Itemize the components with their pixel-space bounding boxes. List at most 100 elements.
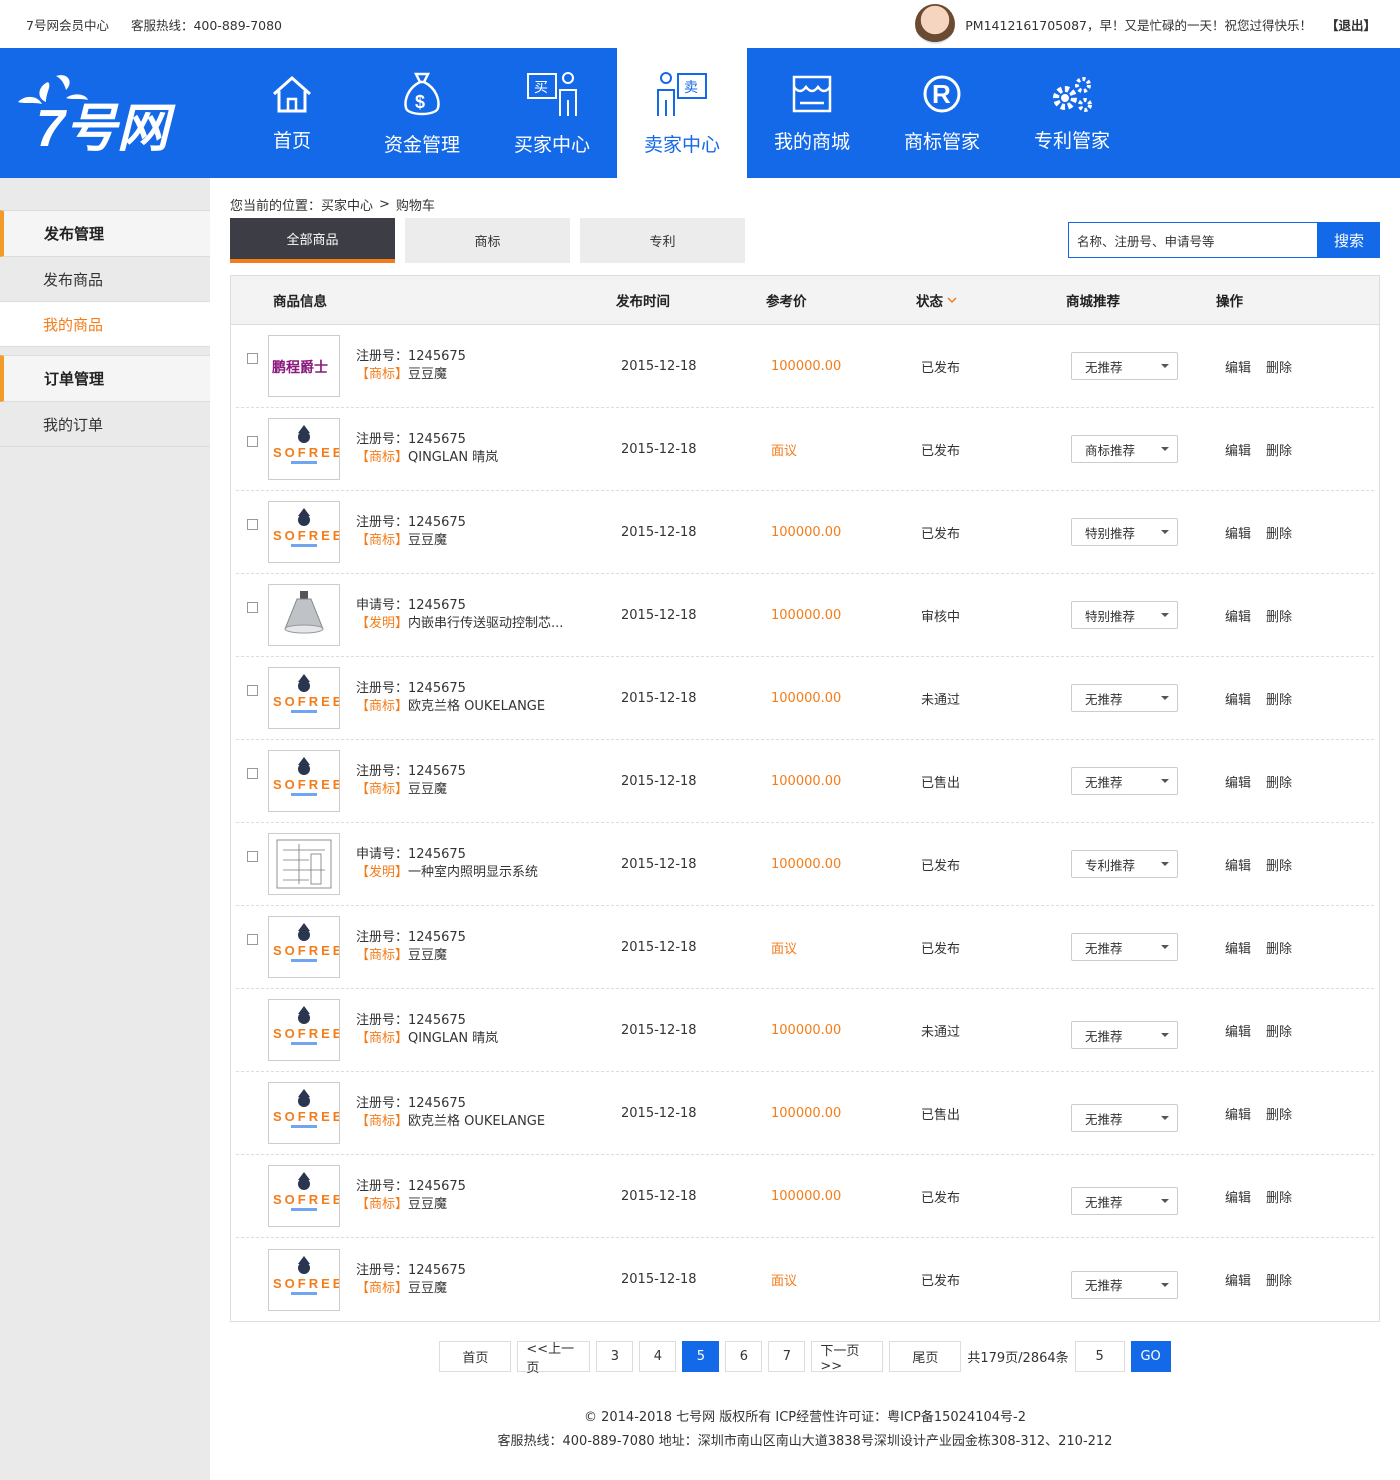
row-thumbnail[interactable]: 鹏程爵士: [268, 335, 340, 397]
tab-patent[interactable]: 专利: [580, 218, 745, 263]
delete-link[interactable]: 删除: [1266, 523, 1292, 542]
edit-link[interactable]: 编辑: [1225, 855, 1251, 874]
edit-link[interactable]: 编辑: [1225, 772, 1251, 791]
row-thumbnail[interactable]: [268, 833, 340, 895]
pager-prev[interactable]: <<上一页: [517, 1341, 591, 1376]
delete-link[interactable]: 删除: [1266, 772, 1292, 791]
recommend-select[interactable]: 无推荐: [1071, 1021, 1178, 1049]
edit-link[interactable]: 编辑: [1225, 357, 1251, 376]
row-title[interactable]: 【商标】QINGLAN 晴岚: [356, 1030, 621, 1048]
edit-link[interactable]: 编辑: [1225, 1021, 1251, 1040]
logout-link[interactable]: 【退出】: [1326, 15, 1376, 34]
search-input[interactable]: 名称、注册号、申请号等: [1068, 222, 1318, 258]
row-title[interactable]: 【商标】豆豆魔: [356, 947, 621, 965]
row-checkbox[interactable]: [246, 850, 258, 862]
row-thumbnail[interactable]: SOFREE: [268, 999, 340, 1061]
nav-patent[interactable]: 专利管家: [1007, 48, 1137, 178]
row-checkbox[interactable]: [246, 767, 258, 779]
row-thumbnail[interactable]: SOFREE: [268, 501, 340, 563]
pager-last[interactable]: 尾页: [889, 1341, 962, 1372]
tab-all-goods[interactable]: 全部商品: [230, 218, 395, 263]
edit-link[interactable]: 编辑: [1225, 1187, 1251, 1206]
pager-page-current[interactable]: 5: [682, 1341, 720, 1372]
delete-link[interactable]: 删除: [1266, 1021, 1292, 1040]
row-thumbnail[interactable]: SOFREE: [268, 750, 340, 812]
tab-trademark[interactable]: 商标: [405, 218, 570, 263]
edit-link[interactable]: 编辑: [1225, 523, 1251, 542]
row-checkbox[interactable]: [246, 352, 258, 364]
row-thumbnail[interactable]: SOFREE: [268, 1248, 340, 1311]
recommend-select[interactable]: 无推荐: [1071, 767, 1178, 795]
row-title[interactable]: 【商标】豆豆魔: [356, 366, 621, 384]
row-title[interactable]: 【发明】一种室内照明显示系统: [356, 864, 621, 882]
sidebar-item-publish-goods[interactable]: 发布商品: [0, 257, 210, 302]
row-checkbox[interactable]: [246, 933, 258, 945]
pager-next[interactable]: 下一页>>: [811, 1341, 884, 1374]
recommend-select[interactable]: 商标推荐: [1071, 435, 1178, 463]
nav-home[interactable]: 首页: [227, 48, 357, 178]
edit-link[interactable]: 编辑: [1225, 938, 1251, 957]
nav-trademark[interactable]: R 商标管家: [877, 48, 1007, 178]
row-checkbox[interactable]: [246, 435, 258, 447]
edit-link[interactable]: 编辑: [1225, 440, 1251, 459]
nav-funds[interactable]: $ 资金管理: [357, 48, 487, 178]
site-logo[interactable]: 7号网: [0, 48, 227, 178]
row-checkbox[interactable]: [246, 684, 258, 696]
row-title[interactable]: 【商标】豆豆魔: [356, 781, 621, 799]
row-thumbnail[interactable]: SOFREE: [268, 418, 340, 480]
edit-link[interactable]: 编辑: [1225, 606, 1251, 625]
row-thumbnail[interactable]: [268, 584, 340, 646]
recommend-select[interactable]: 无推荐: [1071, 352, 1178, 380]
delete-link[interactable]: 删除: [1266, 1270, 1292, 1289]
recommend-select[interactable]: 无推荐: [1071, 1187, 1178, 1215]
row-title[interactable]: 【商标】豆豆魔: [356, 1280, 621, 1298]
edit-link[interactable]: 编辑: [1225, 1104, 1251, 1123]
delete-link[interactable]: 删除: [1266, 440, 1292, 459]
avatar[interactable]: [915, 4, 956, 44]
pager-page[interactable]: 7: [768, 1341, 806, 1372]
row-title[interactable]: 【发明】内嵌串行传送驱动控制芯...: [356, 615, 621, 633]
breadcrumb-prefix[interactable]: 您当前的位置：买家中心: [230, 195, 373, 214]
header-status[interactable]: 状态: [916, 290, 1066, 310]
delete-link[interactable]: 删除: [1266, 689, 1292, 708]
recommend-select[interactable]: 专利推荐: [1071, 850, 1178, 878]
pager-go-button[interactable]: GO: [1130, 1341, 1171, 1372]
sidebar-item-my-goods[interactable]: 我的商品: [0, 302, 210, 347]
nav-shop[interactable]: 我的商城: [747, 48, 877, 178]
recommend-select[interactable]: 无推荐: [1071, 1270, 1178, 1299]
row-title[interactable]: 【商标】欧克兰格 OUKELANGE: [356, 698, 621, 716]
row-checkbox[interactable]: [246, 518, 258, 530]
recommend-select[interactable]: 无推荐: [1071, 684, 1178, 712]
row-checkbox[interactable]: [246, 601, 258, 613]
pager-page[interactable]: 3: [596, 1341, 634, 1372]
pager-page[interactable]: 4: [639, 1341, 677, 1372]
delete-link[interactable]: 删除: [1266, 1187, 1292, 1206]
row-ops: 编辑 删除: [1221, 1187, 1292, 1206]
delete-link[interactable]: 删除: [1266, 606, 1292, 625]
sidebar-item-my-orders[interactable]: 我的订单: [0, 402, 210, 447]
delete-link[interactable]: 删除: [1266, 938, 1292, 957]
pager-jump-input[interactable]: 5: [1074, 1341, 1125, 1372]
row-title[interactable]: 【商标】欧克兰格 OUKELANGE: [356, 1113, 621, 1131]
recommend-select[interactable]: 特别推荐: [1071, 601, 1178, 629]
nav-seller[interactable]: 卖 卖家中心: [617, 48, 747, 178]
row-title[interactable]: 【商标】QINGLAN 晴岚: [356, 449, 621, 467]
search-button[interactable]: 搜索: [1318, 222, 1380, 258]
edit-link[interactable]: 编辑: [1225, 1270, 1251, 1289]
row-thumbnail[interactable]: SOFREE: [268, 916, 340, 978]
row-thumbnail[interactable]: SOFREE: [268, 1165, 340, 1227]
row-title[interactable]: 【商标】豆豆魔: [356, 532, 621, 550]
pager-first[interactable]: 首页: [439, 1341, 512, 1372]
edit-link[interactable]: 编辑: [1225, 689, 1251, 708]
recommend-select[interactable]: 无推荐: [1071, 1104, 1178, 1132]
row-title[interactable]: 【商标】豆豆魔: [356, 1196, 621, 1214]
recommend-select[interactable]: 特别推荐: [1071, 518, 1178, 546]
nav-buyer[interactable]: 买 买家中心: [487, 48, 617, 178]
row-thumbnail[interactable]: SOFREE: [268, 667, 340, 729]
pager-page[interactable]: 6: [725, 1341, 763, 1372]
delete-link[interactable]: 删除: [1266, 357, 1292, 376]
recommend-select[interactable]: 无推荐: [1071, 933, 1178, 961]
delete-link[interactable]: 删除: [1266, 1104, 1292, 1123]
row-thumbnail[interactable]: SOFREE: [268, 1082, 340, 1144]
delete-link[interactable]: 删除: [1266, 855, 1292, 874]
